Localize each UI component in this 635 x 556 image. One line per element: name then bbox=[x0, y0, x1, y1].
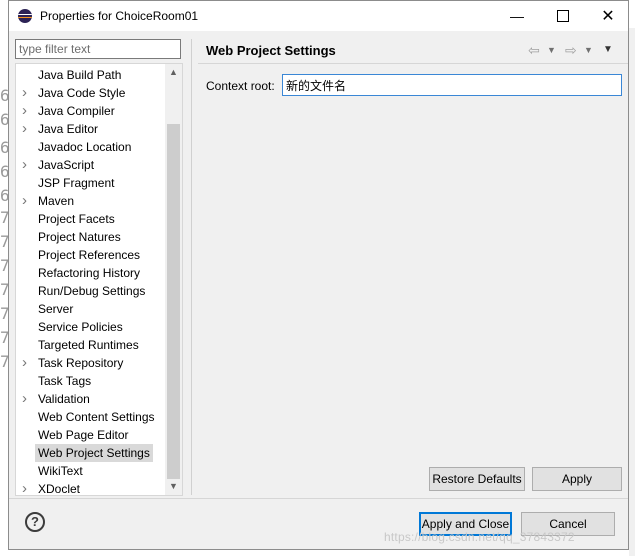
chevron-right-icon[interactable]: › bbox=[22, 84, 27, 102]
tree-item-label: Targeted Runtimes bbox=[38, 338, 139, 352]
tree-item[interactable]: › Java Editor bbox=[16, 120, 172, 138]
tree-item-label: Project Natures bbox=[38, 230, 121, 244]
tree-item[interactable]: › Task Repository bbox=[16, 354, 172, 372]
tree-item-label: Project References bbox=[38, 248, 141, 262]
page-title: Web Project Settings bbox=[206, 43, 336, 58]
tree-item-label: Server bbox=[38, 302, 74, 316]
scrollbar-thumb[interactable] bbox=[167, 124, 180, 479]
tree-item[interactable]: › Validation bbox=[16, 390, 172, 408]
tree-item-label: Java Build Path bbox=[38, 68, 122, 82]
background-editor-fragment: 6 6 6 6 6 7 7 7 7 7 7 7 bbox=[0, 28, 10, 556]
tree-item-label: Run/Debug Settings bbox=[38, 284, 146, 298]
chevron-right-icon[interactable]: › bbox=[22, 120, 27, 138]
tree-scrollbar[interactable]: ▲ ▼ bbox=[165, 64, 182, 495]
tree-item[interactable]: Web Project Settings bbox=[16, 444, 172, 462]
filter-input[interactable] bbox=[15, 39, 181, 59]
page-content: Context root: bbox=[198, 63, 628, 496]
tree-item-label: Maven bbox=[38, 194, 75, 208]
tree-item-label: Validation bbox=[38, 392, 90, 406]
apply-button[interactable]: Apply bbox=[532, 467, 622, 491]
tree-item-label: Javadoc Location bbox=[38, 140, 132, 154]
tree-item[interactable]: Project Facets bbox=[16, 210, 172, 228]
scroll-down-icon[interactable]: ▼ bbox=[165, 478, 182, 495]
tree-item[interactable]: Service Policies bbox=[16, 318, 172, 336]
watermark-text: https://blog.csdn.net/qq_37843372 bbox=[384, 530, 575, 544]
help-icon[interactable]: ? bbox=[25, 512, 45, 532]
tree-item[interactable]: › JavaScript bbox=[16, 156, 172, 174]
chevron-right-icon[interactable]: › bbox=[22, 354, 27, 372]
tree-item[interactable]: Task Tags bbox=[16, 372, 172, 390]
scroll-up-icon[interactable]: ▲ bbox=[165, 64, 182, 81]
chevron-right-icon[interactable]: › bbox=[22, 102, 27, 120]
tree-item[interactable]: Java Build Path bbox=[16, 66, 172, 84]
chevron-right-icon[interactable]: › bbox=[22, 156, 27, 174]
window-title: Properties for ChoiceRoom01 bbox=[40, 9, 199, 23]
tree-item[interactable]: Javadoc Location bbox=[16, 138, 172, 156]
view-menu-icon[interactable]: ▼ bbox=[603, 44, 613, 55]
tree-item-label: JavaScript bbox=[38, 158, 95, 172]
tree-item[interactable]: Web Content Settings bbox=[16, 408, 172, 426]
back-arrow-icon[interactable]: ⇦ bbox=[528, 42, 540, 59]
properties-dialog: Properties for ChoiceRoom01 — ✕ › XDoclet… bbox=[8, 0, 629, 550]
maximize-button[interactable] bbox=[540, 1, 586, 31]
tree-item-label: Web Page Editor bbox=[38, 428, 129, 442]
eclipse-icon bbox=[18, 9, 32, 23]
minimize-icon: — bbox=[510, 8, 524, 24]
tree-item-label: XDoclet bbox=[38, 482, 81, 496]
forward-dropdown-icon[interactable]: ▼ bbox=[584, 45, 593, 55]
page-header: Web Project Settings ⇦ ▼ ⇨ ▼ ▼ bbox=[198, 39, 622, 63]
context-root-label: Context root: bbox=[206, 79, 275, 93]
close-button[interactable]: ✕ bbox=[585, 1, 631, 31]
tree-item[interactable]: › Java Code Style bbox=[16, 84, 172, 102]
tree-item-label: Task Tags bbox=[38, 374, 92, 388]
forward-arrow-icon[interactable]: ⇨ bbox=[565, 42, 577, 59]
tree-item-label: Java Editor bbox=[38, 122, 99, 136]
maximize-icon bbox=[557, 10, 569, 22]
tree-item[interactable]: Server bbox=[16, 300, 172, 318]
context-root-input[interactable] bbox=[282, 74, 622, 96]
tree-item-label: WikiText bbox=[38, 464, 83, 478]
tree-item[interactable]: Targeted Runtimes bbox=[16, 336, 172, 354]
pane-splitter[interactable] bbox=[191, 39, 192, 495]
tree-item-label: JSP Fragment bbox=[38, 176, 115, 190]
tree-item-label: Refactoring History bbox=[38, 266, 141, 280]
tree-item-label: Java Code Style bbox=[38, 86, 126, 100]
chevron-right-icon[interactable]: › bbox=[22, 480, 27, 495]
tree-item-label: Web Project Settings bbox=[35, 444, 153, 462]
title-bar: Properties for ChoiceRoom01 — ✕ bbox=[9, 1, 628, 31]
tree-item-label: Project Facets bbox=[38, 212, 115, 226]
restore-defaults-button[interactable]: Restore Defaults bbox=[429, 467, 525, 491]
tree-item[interactable]: Refactoring History bbox=[16, 264, 172, 282]
minimize-button[interactable]: — bbox=[494, 1, 540, 31]
tree-item[interactable]: Project References bbox=[16, 246, 172, 264]
tree-item[interactable]: Run/Debug Settings bbox=[16, 282, 172, 300]
chevron-right-icon[interactable]: › bbox=[22, 390, 27, 408]
preference-tree: › XDoclet WikiText Web Project Settings Web … bbox=[15, 63, 183, 496]
background-window-edge bbox=[629, 28, 635, 556]
tree-item-label: Web Content Settings bbox=[38, 410, 155, 424]
button-bar-separator bbox=[9, 498, 628, 499]
chevron-right-icon[interactable]: › bbox=[22, 192, 27, 210]
tree-item-label: Task Repository bbox=[38, 356, 124, 370]
tree-item[interactable]: › XDoclet bbox=[16, 480, 172, 496]
tree-item[interactable]: › Maven bbox=[16, 192, 172, 210]
tree-item[interactable]: Project Natures bbox=[16, 228, 172, 246]
tree-item-label: Java Compiler bbox=[38, 104, 115, 118]
tree-item-label: Service Policies bbox=[38, 320, 123, 334]
tree-item[interactable]: JSP Fragment bbox=[16, 174, 172, 192]
tree-item[interactable]: Web Page Editor bbox=[16, 426, 172, 444]
back-dropdown-icon[interactable]: ▼ bbox=[547, 45, 556, 55]
tree-item[interactable]: › Java Compiler bbox=[16, 102, 172, 120]
close-icon: ✕ bbox=[601, 8, 615, 25]
tree-item[interactable]: WikiText bbox=[16, 462, 172, 480]
